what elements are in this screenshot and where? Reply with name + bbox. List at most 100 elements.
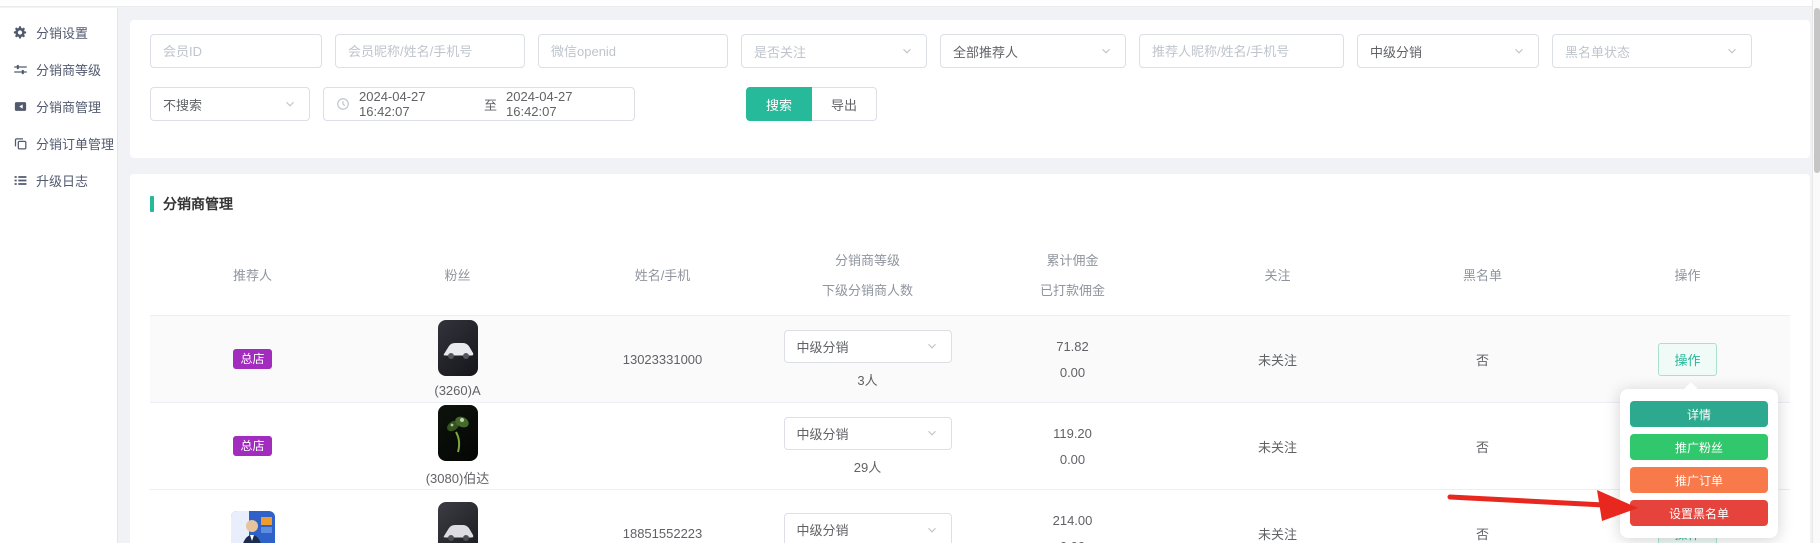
blacklist-cell: 否	[1380, 350, 1585, 369]
chevron-down-icon	[925, 523, 939, 537]
plant-sprout-photo	[438, 405, 478, 461]
row-level-value: 中级分销	[797, 424, 849, 443]
level-cell: 中级分销 3人	[765, 330, 970, 389]
blacklist-cell: 否	[1380, 437, 1585, 456]
row-action-button[interactable]: 操作	[1658, 343, 1716, 376]
col-label: 操作	[1674, 265, 1700, 284]
filter-buttons: 搜索 导出	[746, 87, 877, 121]
man-portrait-photo	[231, 511, 275, 543]
referrer-search-input[interactable]	[1139, 34, 1344, 68]
col-blacklist: 黑名单	[1380, 265, 1585, 284]
date-separator: 至	[484, 95, 497, 114]
sidebar-item-distributor-level[interactable]: 分销商等级	[0, 51, 117, 88]
filter-row-2: 不搜索 2024-04-27 16:42:07 至 2024-04-27 16:…	[150, 87, 1790, 121]
member-id-input[interactable]	[150, 34, 322, 68]
list-icon	[13, 173, 28, 188]
menu-item-details[interactable]: 详情	[1630, 401, 1768, 427]
blacklist-status: 否	[1476, 437, 1489, 456]
chevron-down-icon	[1099, 44, 1113, 58]
commission-paid: 0.00	[1060, 363, 1085, 382]
col-name-phone: 姓名/手机	[560, 265, 765, 284]
col-commission: 累计佣金已打款佣金	[970, 250, 1175, 299]
page-title: 分销商管理	[163, 194, 233, 214]
blacklist-status-placeholder: 黑名单状态	[1565, 42, 1630, 61]
section-accent-bar	[150, 196, 154, 212]
sidebar-item-label: 分销商等级	[36, 60, 101, 79]
time-type-select[interactable]: 不搜索	[150, 87, 310, 121]
gear-icon	[13, 25, 28, 40]
sub-distributor-count: 3人	[857, 370, 877, 389]
commission-cell: 119.20 0.00	[970, 424, 1175, 469]
col-label: 黑名单	[1463, 265, 1502, 284]
referrer-badge: 总店	[233, 436, 271, 456]
menu-item-promote-fans[interactable]: 推广粉丝	[1630, 434, 1768, 460]
referrer-cell: 总店	[150, 349, 355, 369]
row-level-select[interactable]: 中级分销	[784, 417, 952, 450]
row-level-value: 中级分销	[797, 337, 849, 356]
referrer-badge: 总店	[233, 349, 271, 369]
white-sports-car-photo	[438, 320, 478, 376]
level-select[interactable]: 中级分销	[1357, 34, 1539, 68]
menu-item-set-blacklist[interactable]: 设置黑名单	[1630, 500, 1768, 526]
sidebar-item-distribution-settings[interactable]: 分销设置	[0, 14, 117, 51]
commission-total: 119.20	[1053, 424, 1092, 443]
sidebar-item-label: 分销商管理	[36, 97, 101, 116]
top-strip	[0, 0, 1812, 7]
copy-icon	[13, 136, 28, 151]
distributor-management-panel: 分销商管理 推荐人 粉丝 姓名/手机 分销商等级下级分销商人数 累计佣金已打款佣…	[130, 174, 1810, 543]
date-end: 2024-04-27 16:42:07	[506, 89, 622, 119]
commission-total: 214.00	[1053, 511, 1093, 530]
scrollbar-track[interactable]	[1812, 0, 1820, 543]
clock-icon	[336, 97, 350, 111]
member-nickname-input[interactable]	[335, 34, 525, 68]
level-cell: 中级分销 29人	[765, 417, 970, 476]
follow-status-select[interactable]: 是否关注	[741, 34, 927, 68]
referrer-select-value: 全部推荐人	[953, 42, 1018, 61]
sidebar-item-order-management[interactable]: 分销订单管理	[0, 125, 117, 162]
sidebar: 分销设置 分销商等级 分销商管理 分销订单管理 升级日志	[0, 8, 118, 543]
commission-cell: 71.82 0.00	[970, 337, 1175, 382]
follow-status: 未关注	[1258, 524, 1297, 543]
blacklist-status-select[interactable]: 黑名单状态	[1552, 34, 1752, 68]
chevron-down-icon	[1512, 44, 1526, 58]
col-actions: 操作	[1585, 265, 1790, 284]
blacklist-cell: 否	[1380, 524, 1585, 543]
sidebar-item-distributor-management[interactable]: 分销商管理	[0, 88, 117, 125]
filter-row-1: 是否关注 全部推荐人 中级分销 黑名单状态	[150, 34, 1790, 68]
distributor-table: 推荐人 粉丝 姓名/手机 分销商等级下级分销商人数 累计佣金已打款佣金 关注 黑…	[150, 234, 1790, 543]
col-label: 粉丝	[444, 265, 470, 284]
row-level-select[interactable]: 中级分销	[784, 330, 952, 363]
row-action-menu: 详情 推广粉丝 推广订单 设置黑名单	[1620, 389, 1778, 538]
chevron-down-icon	[900, 44, 914, 58]
blacklist-status: 否	[1476, 524, 1489, 543]
chevron-down-icon	[1725, 44, 1739, 58]
follow-status: 未关注	[1258, 437, 1297, 456]
menu-item-promote-orders[interactable]: 推广订单	[1630, 467, 1768, 493]
table-header-row: 推荐人 粉丝 姓名/手机 分销商等级下级分销商人数 累计佣金已打款佣金 关注 黑…	[150, 234, 1790, 316]
sidebar-item-label: 分销订单管理	[36, 134, 114, 153]
sidebar-item-label: 分销设置	[36, 23, 88, 42]
chevron-down-icon	[925, 339, 939, 353]
fan-cell: (3080)伯达	[355, 405, 560, 487]
wechat-openid-input[interactable]	[538, 34, 728, 68]
table-row: 18851552223 中级分销 214.00 0.00 未关注 否 操作	[150, 490, 1790, 543]
scrollbar-thumb[interactable]	[1814, 8, 1820, 173]
commission-paid: 0.00	[1060, 450, 1085, 469]
search-button[interactable]: 搜索	[746, 87, 812, 121]
sub-distributor-count: 29人	[854, 457, 881, 476]
col-label: 下级分销商人数	[822, 280, 913, 299]
fan-name: (3260)A	[434, 383, 480, 398]
referrer-select[interactable]: 全部推荐人	[940, 34, 1126, 68]
phone-value: 13023331000	[623, 352, 703, 367]
col-follow: 关注	[1175, 265, 1380, 284]
follow-cell: 未关注	[1175, 350, 1380, 369]
row-level-select[interactable]: 中级分销	[784, 513, 952, 543]
table-row: 总店 (3260)A 13023331000 中级分销 3人 71.82 0.0…	[150, 316, 1790, 403]
commission-cell: 214.00 0.00	[970, 511, 1175, 543]
referrer-cell: 总店	[150, 436, 355, 456]
export-button[interactable]: 导出	[812, 87, 877, 121]
phone-cell: 13023331000	[560, 352, 765, 367]
date-range-picker[interactable]: 2024-04-27 16:42:07 至 2024-04-27 16:42:0…	[323, 87, 635, 121]
sidebar-item-upgrade-log[interactable]: 升级日志	[0, 162, 117, 199]
sliders-icon	[13, 62, 28, 77]
